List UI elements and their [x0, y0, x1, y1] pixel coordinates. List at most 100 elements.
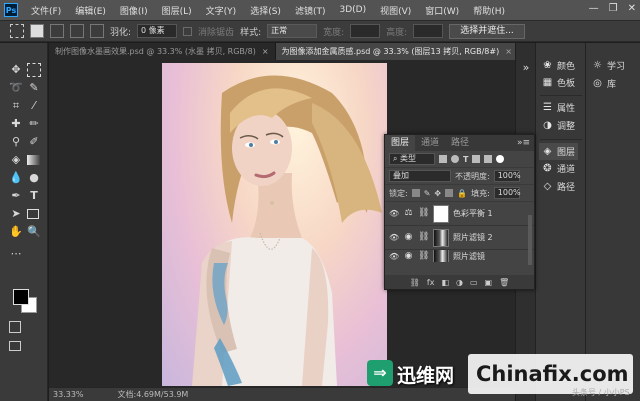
healing-brush-icon[interactable]: ✚	[9, 117, 23, 131]
tab-layers[interactable]: 图层	[385, 135, 416, 151]
restore-icon[interactable]: ❐	[609, 3, 618, 14]
style-select[interactable]: 正常	[267, 24, 318, 38]
layer-mask-thumbnail[interactable]	[433, 228, 449, 247]
menu-file[interactable]: 文件(F)	[24, 4, 68, 17]
quick-mask-icon[interactable]	[9, 321, 21, 333]
select-and-mask-button[interactable]: 选择并遮住...	[449, 23, 525, 39]
eye-icon[interactable]: 👁	[389, 233, 399, 242]
fx-icon[interactable]: fx	[427, 278, 435, 287]
filter-pixel-icon[interactable]	[439, 155, 447, 163]
filter-adjust-icon[interactable]	[451, 155, 459, 163]
eyedropper-icon[interactable]: ⁄	[27, 99, 41, 113]
menu-select[interactable]: 选择(S)	[243, 4, 288, 17]
dodge-tool-icon[interactable]: ●	[27, 171, 41, 185]
eraser-tool-icon[interactable]: ◈	[9, 153, 23, 167]
menu-window[interactable]: 窗口(W)	[418, 4, 466, 17]
close-icon[interactable]: ✕	[628, 3, 636, 14]
tab-paths[interactable]: 路径	[445, 135, 475, 151]
history-brush-icon[interactable]: ✐	[27, 135, 41, 149]
menu-view[interactable]: 视图(V)	[373, 4, 418, 17]
lock-move-icon[interactable]: ✥	[434, 189, 441, 198]
new-selection-icon[interactable]	[30, 24, 44, 38]
document-image[interactable]	[162, 63, 387, 386]
rectangle-tool-icon[interactable]	[27, 209, 39, 219]
document-size[interactable]: 文档:4.69M/53.9M	[118, 389, 189, 400]
filter-shape-icon[interactable]	[472, 155, 481, 163]
filter-smart-icon[interactable]	[484, 155, 493, 163]
gradient-tool-icon[interactable]	[27, 155, 41, 165]
height-input[interactable]	[413, 24, 444, 38]
move-tool-icon[interactable]: ✥	[9, 63, 23, 77]
width-input[interactable]	[350, 24, 381, 38]
dock-item-learn[interactable]: ☼ 学习	[592, 59, 625, 72]
layer-mask-thumbnail[interactable]	[433, 250, 449, 262]
dock-item-libraries[interactable]: ◎ 库	[592, 77, 616, 90]
menu-filter[interactable]: 滤镜(T)	[288, 4, 333, 17]
more-tools-icon[interactable]: ⋯	[9, 247, 23, 261]
dock-item-color[interactable]: ❀ 颜色	[542, 59, 575, 72]
collapse-panels-icon[interactable]: »	[519, 61, 533, 75]
subtract-selection-icon[interactable]	[70, 24, 84, 38]
new-layer-icon[interactable]: ▣	[485, 278, 493, 287]
layer-row[interactable]: 👁 ◉ ⛓ 照片滤镜	[385, 250, 534, 262]
crop-tool-icon[interactable]: ⌗	[9, 99, 23, 113]
filter-kind-select[interactable]: ⌕ 类型	[389, 153, 435, 165]
layers-scrollbar[interactable]	[528, 215, 532, 265]
menu-3d[interactable]: 3D(D)	[332, 5, 373, 15]
layer-row[interactable]: 👁 ⚖ ⛓ 色彩平衡 1	[385, 202, 534, 226]
layer-name[interactable]: 色彩平衡 1	[453, 208, 493, 219]
type-tool-icon[interactable]: T	[27, 189, 41, 203]
trash-icon[interactable]: 🗑	[499, 278, 509, 287]
dock-item-paths[interactable]: ◇ 路径	[542, 180, 575, 193]
tab-channels[interactable]: 通道	[415, 135, 445, 151]
intersect-selection-icon[interactable]	[90, 24, 104, 38]
menu-help[interactable]: 帮助(H)	[466, 4, 512, 17]
close-icon[interactable]: ×	[505, 43, 512, 60]
zoom-level[interactable]: 33.33%	[53, 390, 84, 399]
tab-document-metal[interactable]: 为图像添加金属质感.psd @ 33.3% (图层13 拷贝, RGB/8#) …	[275, 43, 519, 60]
dock-item-swatches[interactable]: ▦ 色板	[542, 76, 575, 89]
new-adjustment-icon[interactable]: ◑	[456, 278, 463, 287]
zoom-tool-icon[interactable]: 🔍	[27, 225, 41, 239]
opacity-input[interactable]: 100%	[493, 170, 521, 182]
antialias-checkbox[interactable]	[183, 26, 193, 36]
lock-transparent-icon[interactable]	[411, 189, 420, 197]
screen-mode-icon[interactable]	[9, 341, 21, 351]
feather-input[interactable]: 0 像素	[137, 24, 178, 38]
new-group-icon[interactable]: ▭	[470, 278, 478, 287]
blend-mode-select[interactable]: 叠加	[389, 170, 451, 182]
dock-item-channels[interactable]: ❂ 通道	[542, 162, 575, 175]
brush-tool-icon[interactable]: ✏	[27, 117, 41, 131]
dock-item-properties[interactable]: ☰ 属性	[542, 101, 575, 114]
lock-all-icon[interactable]: 🔒	[457, 189, 467, 198]
minimize-icon[interactable]: —	[589, 3, 599, 14]
foreground-color-swatch[interactable]	[13, 289, 29, 305]
lasso-tool-icon[interactable]: ➰	[9, 81, 23, 95]
layer-name[interactable]: 照片滤镜 2	[453, 232, 493, 243]
lock-artboard-icon[interactable]	[445, 189, 454, 197]
tab-document-ink[interactable]: 制作图像水墨画效果.psd @ 33.3% (水墨 拷贝, RGB/8) ×	[49, 43, 276, 60]
marquee-tool-preset-icon[interactable]	[10, 24, 24, 38]
clone-stamp-icon[interactable]: ⚲	[9, 135, 23, 149]
close-icon[interactable]: ×	[262, 43, 269, 60]
eye-icon[interactable]: 👁	[389, 209, 399, 218]
quick-select-icon[interactable]: ✎	[27, 81, 41, 95]
blur-tool-icon[interactable]: 💧	[9, 171, 23, 185]
hand-tool-icon[interactable]: ✋	[9, 225, 23, 239]
path-select-icon[interactable]: ➤	[9, 207, 23, 221]
add-selection-icon[interactable]	[50, 24, 64, 38]
menu-edit[interactable]: 编辑(E)	[68, 4, 113, 17]
filter-toggle-icon[interactable]	[496, 155, 505, 163]
link-layers-icon[interactable]: ⛓	[410, 278, 420, 287]
menu-layer[interactable]: 图层(L)	[155, 4, 199, 17]
pen-tool-icon[interactable]: ✒	[9, 189, 23, 203]
menu-image[interactable]: 图像(I)	[113, 4, 155, 17]
layer-row[interactable]: 👁 ◉ ⛓ 照片滤镜 2	[385, 226, 534, 250]
layer-name[interactable]: 照片滤镜	[453, 251, 485, 262]
eye-icon[interactable]: 👁	[389, 252, 399, 261]
add-mask-icon[interactable]: ◧	[441, 278, 449, 287]
panel-menu-icon[interactable]: »≡	[517, 138, 530, 148]
filter-type-icon[interactable]: T	[463, 155, 468, 164]
dock-item-layers[interactable]: ◈ 图层	[539, 143, 579, 160]
layer-mask-thumbnail[interactable]	[433, 204, 449, 223]
